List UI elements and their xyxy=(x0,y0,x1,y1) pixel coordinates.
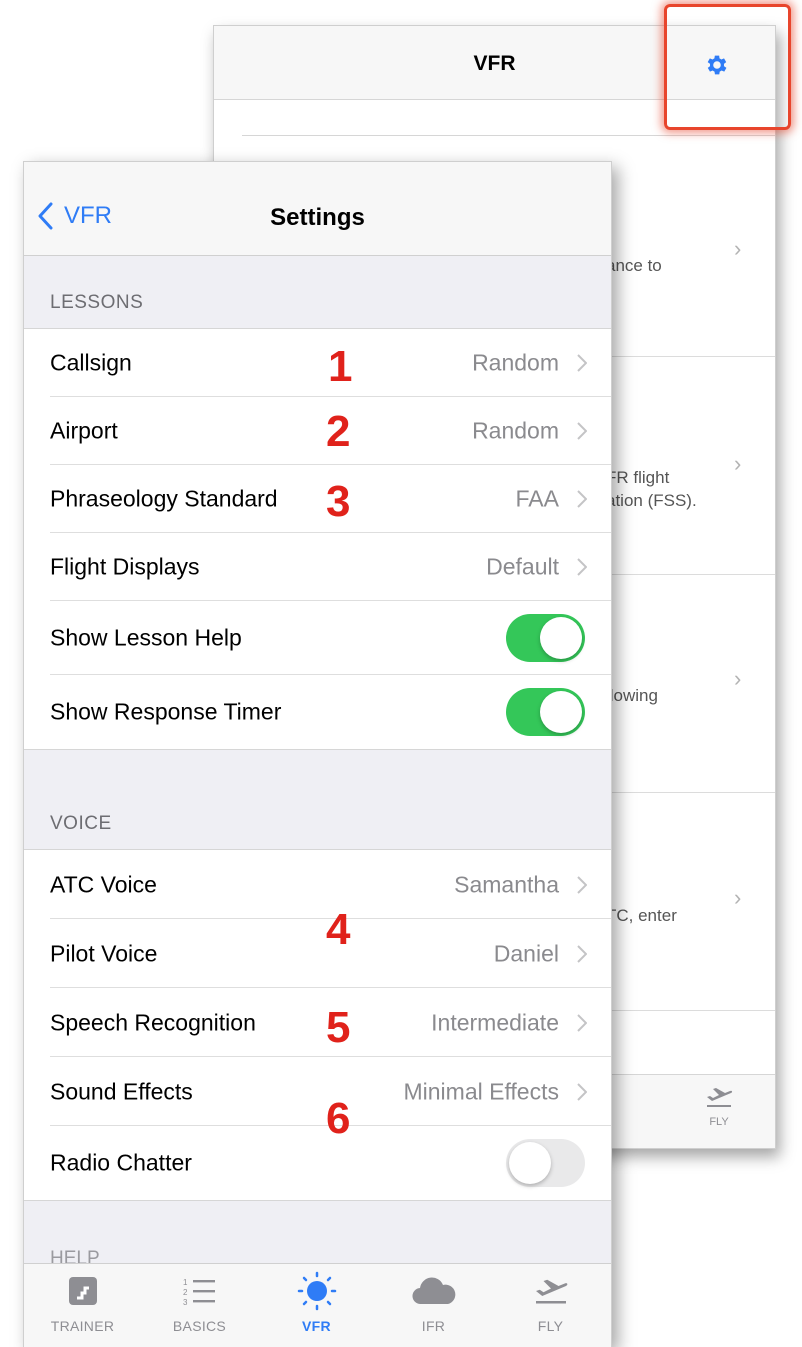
row-value: Intermediate xyxy=(431,1009,559,1035)
tab-label: FLY xyxy=(537,1318,564,1334)
airplane-takeoff-icon xyxy=(535,1279,567,1304)
row-value: Daniel xyxy=(493,940,559,966)
toggle-knob xyxy=(540,617,582,659)
voice-group: ATC Voice Samantha Pilot Voice Daniel Sp… xyxy=(24,849,611,1201)
chevron-right-icon xyxy=(577,354,587,372)
annotation-number: 2 xyxy=(326,407,351,456)
annotation-number: 4 xyxy=(326,905,351,954)
tab-basics[interactable]: 1 2 3 BASICS xyxy=(141,1274,258,1334)
tab-ifr[interactable]: IFR xyxy=(375,1274,492,1334)
row-label: Sound Effects xyxy=(50,1078,193,1104)
tab-bar: TRAINER 1 2 3 BASICS VFR IFR FLY xyxy=(24,1263,611,1347)
sun-icon xyxy=(297,1271,336,1311)
svg-text:2: 2 xyxy=(183,1288,188,1297)
tab-label: VFR xyxy=(302,1318,331,1334)
svg-text:1: 1 xyxy=(183,1278,188,1287)
row-value: Default xyxy=(486,553,559,580)
annotation-number: 5 xyxy=(326,1003,351,1052)
row-label: Flight Displays xyxy=(50,553,200,580)
airport-row[interactable]: Airport Random xyxy=(24,397,611,465)
row-label: Radio Chatter xyxy=(50,1149,192,1176)
radio-chatter-toggle[interactable] xyxy=(506,1139,585,1187)
row-value: FAA xyxy=(515,485,559,512)
list-icon: 1 2 3 xyxy=(183,1278,215,1306)
radio-chatter-row: Radio Chatter xyxy=(24,1126,611,1200)
tab-label: BASICS xyxy=(172,1318,227,1334)
show-lesson-help-toggle[interactable] xyxy=(506,614,585,662)
row-label: Speech Recognition xyxy=(50,1009,256,1035)
background-row-text: ance to xyxy=(606,256,662,275)
show-response-timer-row: Show Response Timer xyxy=(24,675,611,749)
chevron-right-icon: › xyxy=(734,451,742,476)
row-value: Random xyxy=(472,349,559,376)
background-tab-fly[interactable]: FLY xyxy=(689,1085,749,1128)
trainer-icon xyxy=(68,1277,97,1305)
atc-voice-row[interactable]: ATC Voice Samantha xyxy=(24,850,611,919)
row-label: Airport xyxy=(50,417,118,444)
gear-highlight-box xyxy=(664,4,791,130)
chevron-right-icon xyxy=(577,1013,587,1032)
chevron-right-icon xyxy=(577,1082,587,1101)
lessons-group: Callsign Random Airport Random Phraseolo… xyxy=(24,328,611,750)
row-label: Callsign xyxy=(50,349,132,376)
chevron-right-icon: › xyxy=(734,885,742,910)
tab-vfr[interactable]: VFR xyxy=(258,1271,375,1334)
show-lesson-help-row: Show Lesson Help xyxy=(24,601,611,675)
show-response-timer-toggle[interactable] xyxy=(506,688,585,736)
annotation-number: 1 xyxy=(328,342,353,391)
chevron-right-icon xyxy=(577,558,587,576)
sound-effects-row[interactable]: Sound Effects Minimal Effects xyxy=(24,1057,611,1126)
cloud-icon xyxy=(411,1277,455,1305)
chevron-right-icon xyxy=(577,944,587,963)
row-label: Phraseology Standard xyxy=(50,485,278,512)
annotation-number: 3 xyxy=(326,477,351,526)
tab-trainer[interactable]: TRAINER xyxy=(24,1274,141,1334)
toggle-knob xyxy=(540,691,582,733)
row-value: Minimal Effects xyxy=(403,1078,559,1104)
row-label: Pilot Voice xyxy=(50,940,158,966)
tab-fly[interactable]: FLY xyxy=(492,1274,609,1334)
row-label: ATC Voice xyxy=(50,871,157,897)
chevron-right-icon xyxy=(577,490,587,508)
chevron-right-icon xyxy=(577,422,587,440)
settings-screen: VFR Settings LESSONS Callsign Random Air… xyxy=(23,161,612,1347)
section-header-voice: VOICE xyxy=(50,813,112,834)
row-value: Samantha xyxy=(454,871,559,897)
chevron-right-icon: › xyxy=(734,666,742,691)
tab-label: TRAINER xyxy=(50,1318,115,1334)
pilot-voice-row[interactable]: Pilot Voice Daniel xyxy=(24,919,611,988)
row-label: Show Lesson Help xyxy=(50,624,242,651)
airplane-takeoff-icon xyxy=(707,1088,733,1107)
toggle-knob xyxy=(509,1142,551,1184)
speech-recognition-row[interactable]: Speech Recognition Intermediate xyxy=(24,988,611,1057)
section-header-lessons: LESSONS xyxy=(50,292,144,313)
chevron-right-icon: › xyxy=(734,236,742,261)
background-row-text: llowing xyxy=(606,686,658,705)
annotation-number: 6 xyxy=(326,1094,351,1143)
chevron-right-icon xyxy=(577,875,587,894)
background-row-text: FR flight ation (FSS). xyxy=(606,468,697,510)
settings-navbar: VFR Settings xyxy=(24,162,611,256)
tab-label: FLY xyxy=(709,1116,729,1128)
phraseology-standard-row[interactable]: Phraseology Standard FAA xyxy=(24,465,611,533)
background-row-text: TC, enter xyxy=(606,906,677,925)
row-value: Random xyxy=(472,417,559,444)
tab-label: IFR xyxy=(421,1318,446,1334)
callsign-row[interactable]: Callsign Random xyxy=(24,329,611,397)
page-title: Settings xyxy=(270,204,365,231)
svg-text:3: 3 xyxy=(183,1298,188,1306)
row-label: Show Response Timer xyxy=(50,698,282,725)
flight-displays-row[interactable]: Flight Displays Default xyxy=(24,533,611,601)
